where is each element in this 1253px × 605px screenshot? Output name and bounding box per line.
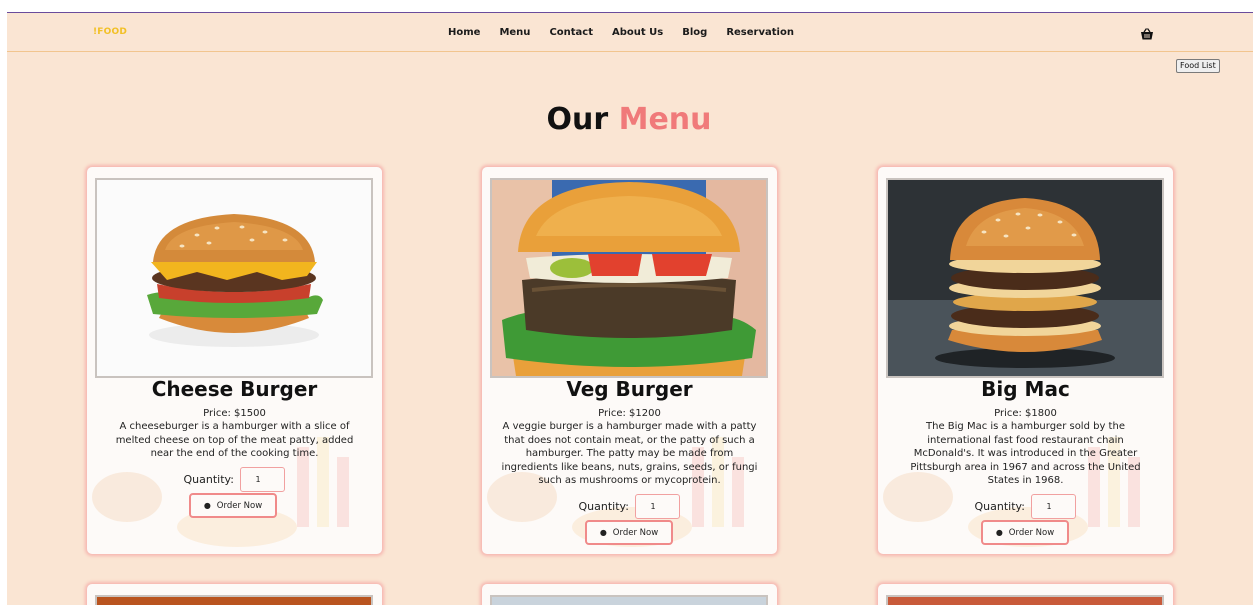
food-list-button[interactable]: Food List	[1176, 59, 1220, 73]
nav-link-home[interactable]: Home	[448, 27, 480, 38]
veg-burger-image	[490, 178, 768, 378]
order-now-label: Order Now	[1008, 527, 1055, 538]
order-now-label: Order Now	[216, 500, 263, 511]
quantity-row: Quantity: 1	[482, 494, 777, 519]
quantity-row: Quantity: 1	[87, 467, 382, 492]
quantity-input[interactable]: 1	[635, 494, 681, 519]
page-title-accent: Menu	[618, 102, 712, 137]
menu-card-veg-burger: Veg Burger Price: $1200 A veggie burger …	[482, 167, 777, 554]
card-price: Price: $1800	[994, 408, 1057, 419]
burger-icon: ●	[599, 528, 607, 537]
nav-link-about-us[interactable]: About Us	[612, 27, 663, 38]
quantity-row: Quantity: 1	[878, 494, 1173, 519]
big-mac-image	[886, 178, 1164, 378]
order-now-button[interactable]: ● Order Now	[981, 520, 1069, 545]
burger-icon: ●	[203, 501, 211, 510]
page-frame: !FOOD Home Menu Contact About Us Blog Re…	[7, 12, 1253, 605]
navbar: !FOOD Home Menu Contact About Us Blog Re…	[7, 13, 1253, 52]
menu-card-cheese-burger: Cheese Burger Price: $1500 A cheeseburge…	[87, 167, 382, 554]
quantity-input[interactable]: 1	[1031, 494, 1077, 519]
card-title: Veg Burger	[566, 377, 693, 401]
quantity-label: Quantity:	[578, 500, 629, 513]
quantity-label: Quantity:	[974, 500, 1025, 513]
card-description: A cheeseburger is a hamburger with a sli…	[115, 421, 354, 459]
nav-link-menu[interactable]: Menu	[499, 27, 530, 38]
shopping-basket-icon[interactable]	[1140, 26, 1154, 40]
order-now-button[interactable]: ● Order Now	[189, 493, 277, 518]
nav-link-blog[interactable]: Blog	[682, 27, 707, 38]
food-image	[95, 595, 373, 605]
quantity-input[interactable]: 1	[240, 467, 286, 492]
menu-card-peek	[87, 584, 382, 605]
nav-link-contact[interactable]: Contact	[549, 27, 593, 38]
nav-links: Home Menu Contact About Us Blog Reservat…	[448, 27, 813, 38]
card-description: A veggie burger is a hamburger made with…	[501, 421, 758, 486]
menu-card-peek	[878, 584, 1173, 605]
card-price: Price: $1200	[598, 408, 661, 419]
card-title: Big Mac	[981, 377, 1070, 401]
nav-link-reservation[interactable]: Reservation	[726, 27, 794, 38]
menu-card-big-mac: Big Mac Price: $1800 The Big Mac is a ha…	[878, 167, 1173, 554]
food-image	[490, 595, 768, 605]
page-title: Our Menu	[7, 102, 1251, 137]
brand-logo[interactable]: !FOOD	[93, 27, 127, 37]
card-description: The Big Mac is a hamburger sold by the i…	[910, 421, 1141, 486]
menu-card-peek	[482, 584, 777, 605]
quantity-label: Quantity:	[183, 473, 234, 486]
food-image	[886, 595, 1164, 605]
order-now-button[interactable]: ● Order Now	[585, 520, 673, 545]
card-price: Price: $1500	[203, 408, 266, 419]
cheese-burger-image	[95, 178, 373, 378]
card-title: Cheese Burger	[151, 377, 318, 401]
order-now-label: Order Now	[612, 527, 659, 538]
burger-icon: ●	[995, 528, 1003, 537]
page-title-part-1: Our	[546, 102, 609, 137]
